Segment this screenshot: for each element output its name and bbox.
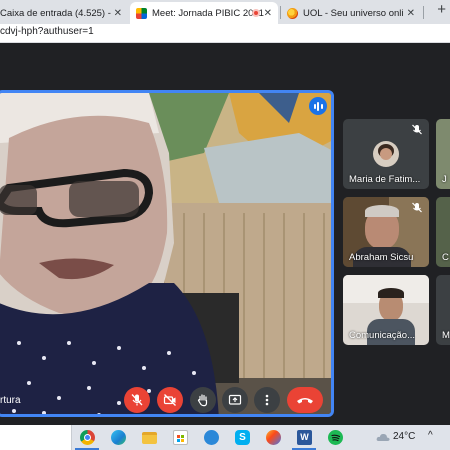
spotify-icon[interactable] <box>328 430 343 445</box>
present-now-button[interactable] <box>222 387 248 413</box>
participant-tile[interactable]: J <box>436 119 450 189</box>
muted-mic-icon <box>412 202 422 213</box>
chrome-icon[interactable] <box>80 430 95 445</box>
raise-hand-button[interactable] <box>190 387 216 413</box>
tab-meet[interactable]: Meet: Jornada PIBIC 2021 - A ✕ <box>130 2 278 24</box>
participant-name: Comunicação... <box>349 330 416 341</box>
main-speaker-video[interactable] <box>0 90 334 417</box>
hang-up-icon <box>297 398 313 404</box>
photos-icon[interactable] <box>204 430 219 445</box>
participant-name: J <box>442 174 447 185</box>
self-name-label: rtura <box>0 395 21 406</box>
word-icon[interactable]: W <box>297 430 312 445</box>
browser-tab-strip: Caixa de entrada (4.525) - daniel ✕ Meet… <box>0 0 450 24</box>
close-tab-icon[interactable]: ✕ <box>407 8 415 19</box>
participant-tile[interactable]: Abraham Sicsu <box>343 197 429 267</box>
new-tab-button[interactable]: + <box>437 1 446 18</box>
tab-divider <box>423 6 424 19</box>
mic-toggle-button[interactable] <box>124 387 150 413</box>
participant-avatar <box>373 141 399 167</box>
windows-taskbar: S W 24°C ^ <box>0 425 450 450</box>
participant-tile[interactable]: Comunicação... <box>343 275 429 345</box>
muted-mic-icon <box>412 124 422 135</box>
meet-favicon-icon <box>136 7 147 19</box>
meet-call-area: Maria de Fatim... Abraham Sicsu Comunica… <box>0 43 450 425</box>
taskbar-search-box[interactable] <box>0 425 72 450</box>
participant-name: Abraham Sicsu <box>349 252 414 263</box>
tab-label: Meet: Jornada PIBIC 2021 - A <box>152 7 264 19</box>
recording-indicator-icon <box>252 9 260 17</box>
participant-name: M <box>442 330 450 341</box>
file-explorer-icon[interactable] <box>142 432 157 444</box>
speaker-video-frame <box>0 93 331 414</box>
present-screen-icon <box>228 394 242 405</box>
address-bar[interactable]: cdvj-hph?authuser=1 <box>0 24 450 43</box>
participant-tile[interactable]: M <box>436 275 450 345</box>
participant-tile[interactable]: Maria de Fatim... <box>343 119 429 189</box>
more-vert-icon <box>265 394 269 406</box>
tab-label: Caixa de entrada (4.525) - daniel <box>0 7 112 19</box>
participant-name: Maria de Fatim... <box>349 174 421 185</box>
camera-toggle-button[interactable] <box>157 387 183 413</box>
camera-off-icon <box>163 394 176 406</box>
url-text[interactable]: cdvj-hph?authuser=1 <box>0 26 94 37</box>
leave-call-button[interactable] <box>287 387 323 413</box>
weather-widget[interactable]: 24°C <box>376 431 415 442</box>
close-tab-icon[interactable]: ✕ <box>114 8 122 19</box>
uol-favicon-icon <box>287 7 298 19</box>
paint-icon[interactable] <box>266 430 281 445</box>
speaking-indicator-icon <box>309 97 327 115</box>
cloud-icon <box>376 433 390 441</box>
tray-chevron-up-icon[interactable]: ^ <box>428 430 433 441</box>
raise-hand-icon <box>197 394 208 407</box>
participant-name: C <box>442 252 449 263</box>
participant-tile[interactable]: C <box>436 197 450 267</box>
mic-off-icon <box>131 394 143 406</box>
skype-icon[interactable]: S <box>235 430 250 445</box>
edge-icon[interactable] <box>111 430 126 445</box>
close-tab-icon[interactable]: ✕ <box>264 8 272 19</box>
tab-label: UOL - Seu universo online <box>303 7 403 19</box>
store-icon[interactable] <box>173 430 188 445</box>
tab-gmail[interactable]: Caixa de entrada (4.525) - daniel ✕ <box>0 2 128 24</box>
temperature-label: 24°C <box>393 431 416 442</box>
more-options-button[interactable] <box>254 387 280 413</box>
tab-uol[interactable]: UOL - Seu universo online ✕ <box>281 2 421 24</box>
